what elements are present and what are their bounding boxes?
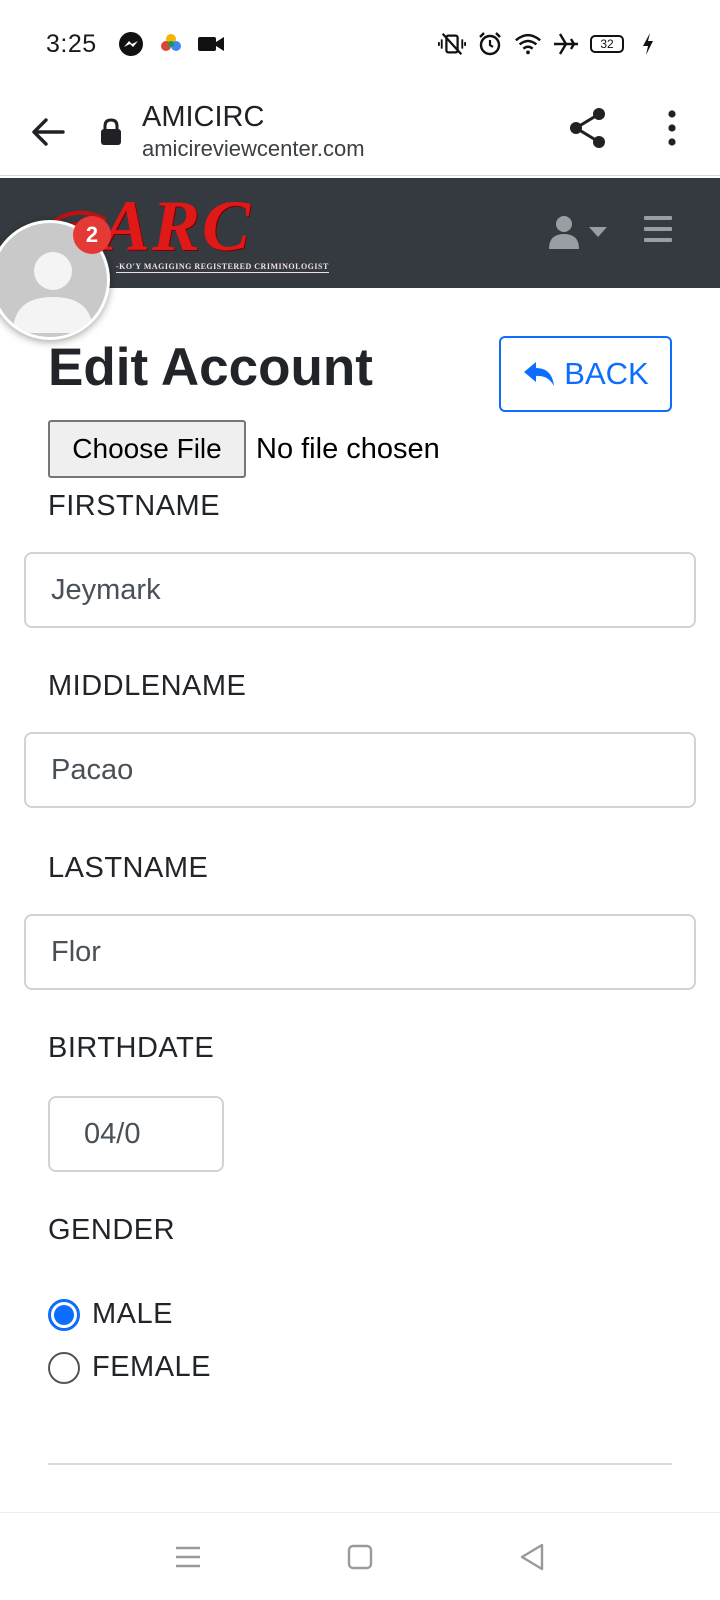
middlename-input[interactable]: Pacao [24, 732, 696, 808]
back-nav-icon[interactable] [508, 1533, 556, 1581]
male-radio[interactable] [48, 1298, 80, 1331]
vibrate-icon [438, 30, 466, 58]
browser-back-icon[interactable] [24, 108, 72, 156]
status-time: 3:25 [46, 29, 97, 58]
status-right-icons: 32 [438, 30, 674, 58]
status-bar: 3:25 32 [0, 0, 720, 88]
wifi-icon [514, 30, 542, 58]
more-options-icon[interactable] [646, 102, 698, 154]
lastname-input[interactable]: Flor [24, 914, 696, 990]
share-icon[interactable] [562, 102, 614, 154]
url-domain: amicireviewcenter.com [142, 135, 365, 161]
photos-icon [157, 30, 185, 58]
notification-badge: 2 [73, 216, 111, 254]
divider [48, 1463, 672, 1465]
gender-option-male[interactable]: MALE [48, 1298, 173, 1331]
user-icon [549, 216, 579, 249]
female-radio[interactable] [48, 1351, 80, 1384]
url-block[interactable]: AMICIRC amicireviewcenter.com [142, 100, 365, 164]
file-input: Choose File No file chosen [48, 420, 440, 478]
page-heading: Edit Account [48, 338, 373, 397]
recent-apps-icon[interactable] [164, 1533, 212, 1581]
menu-toggle-icon[interactable] [644, 216, 672, 242]
status-left-icons [117, 30, 225, 58]
logo-text: ARC [102, 186, 253, 266]
lastname-label: LASTNAME [48, 852, 209, 884]
birthdate-input[interactable]: 04/0 [48, 1096, 224, 1172]
page-title-text: AMICIRC [142, 100, 265, 133]
lock-icon[interactable] [98, 117, 124, 147]
user-dropdown[interactable] [548, 212, 614, 252]
caret-down-icon [589, 227, 607, 237]
middlename-label: MIDDLENAME [48, 670, 247, 702]
male-radio-label[interactable]: MALE [92, 1298, 173, 1331]
charging-icon [634, 30, 662, 58]
battery-icon: 32 [590, 35, 624, 53]
home-icon[interactable] [336, 1533, 384, 1581]
female-radio-label[interactable]: FEMALE [92, 1351, 211, 1384]
video-icon [197, 30, 225, 58]
system-nav-bar [0, 1512, 720, 1600]
choose-file-button[interactable]: Choose File [48, 420, 246, 478]
gender-option-female[interactable]: FEMALE [48, 1351, 211, 1384]
messenger-icon [117, 30, 145, 58]
logo-tagline: -KO'Y MAGIGING REGISTERED CRIMINOLOGIST [116, 262, 329, 273]
airplane-icon [552, 30, 580, 58]
birthdate-label: BIRTHDATE [48, 1032, 215, 1064]
back-button[interactable]: BACK [499, 336, 672, 412]
gender-label: GENDER [48, 1214, 176, 1246]
back-button-label: BACK [564, 356, 649, 391]
alarm-icon [476, 30, 504, 58]
firstname-input[interactable]: Jeymark [24, 552, 696, 628]
firstname-label: FIRSTNAME [48, 490, 221, 522]
reply-icon [524, 362, 555, 386]
file-status: No file chosen [256, 432, 440, 465]
browser-toolbar: AMICIRC amicireviewcenter.com [0, 88, 720, 176]
